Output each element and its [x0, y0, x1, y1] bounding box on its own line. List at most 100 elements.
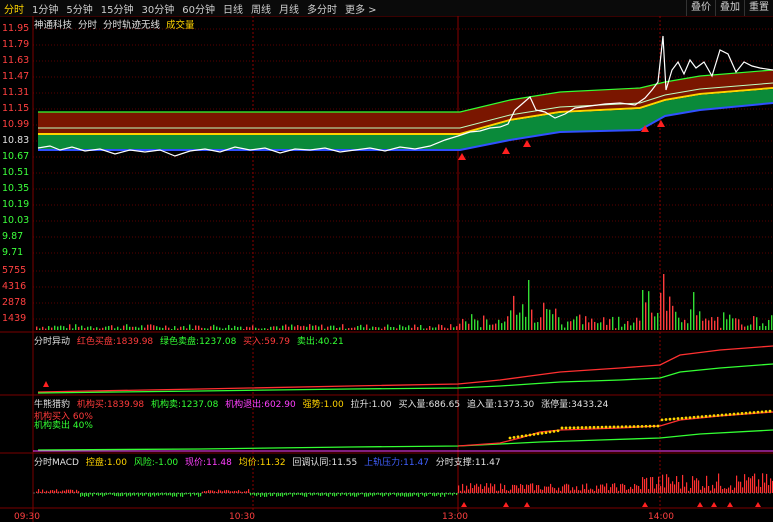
macd-bar: [742, 487, 744, 493]
volume-bar: [519, 312, 521, 330]
volume-bar: [726, 319, 728, 330]
macd-bar: [474, 485, 476, 493]
volume-bar: [636, 317, 638, 330]
panel2-dot: [640, 424, 644, 428]
macd-bar: [328, 493, 330, 497]
panel2-dot: [568, 426, 572, 430]
volume-bar: [438, 324, 440, 330]
macd-bar: [502, 489, 504, 493]
macd-bar: [614, 483, 616, 493]
macd-bar: [52, 490, 54, 493]
macd-bar: [464, 490, 466, 493]
volume-bar: [690, 309, 692, 330]
macd-bar: [122, 493, 124, 497]
panel2-trend-label: 强势:: [302, 400, 324, 410]
volume-bar: [660, 292, 662, 330]
volume-bar: [423, 328, 425, 330]
volume-bar: [300, 326, 302, 330]
macd-bar: [158, 493, 160, 496]
volume-bar: [522, 304, 524, 330]
volume-bar: [129, 326, 131, 330]
macd-bar: [460, 490, 462, 493]
panel3-price-label: 现价:: [185, 458, 207, 468]
panel2-dot: [524, 434, 528, 437]
panel2-dot: [540, 431, 544, 435]
panel2-dot: [708, 414, 712, 418]
volume-bar: [513, 295, 515, 330]
volume-bar: [315, 325, 317, 330]
macd-bar: [294, 493, 296, 495]
volume-bar: [78, 326, 80, 330]
macd-bar: [430, 493, 432, 495]
volume-bar: [156, 326, 158, 330]
macd-bar: [708, 485, 710, 493]
macd-bar: [242, 491, 244, 493]
macd-bar: [280, 493, 282, 497]
volume-bar: [432, 327, 434, 330]
volume-bar: [384, 326, 386, 330]
volume-bar: [708, 320, 710, 330]
volume-bar: [417, 327, 419, 330]
volume-bar: [162, 327, 164, 330]
price-tick-label: 10.51: [2, 167, 30, 178]
volume-bar: [693, 292, 695, 330]
macd-bar: [694, 480, 696, 493]
volume-bar: [411, 327, 413, 330]
macd-bar: [142, 493, 144, 497]
macd-bar: [578, 490, 580, 493]
volume-bar: [714, 320, 716, 330]
volume-bar: [54, 325, 56, 330]
volume-bar: [537, 322, 539, 330]
macd-bar: [704, 487, 706, 493]
macd-bar: [686, 482, 688, 493]
macd-bar: [396, 493, 398, 497]
volume-bar: [606, 324, 608, 330]
volume-bar: [75, 324, 77, 330]
macd-bar: [558, 487, 560, 493]
macd-bar: [90, 493, 92, 495]
volume-bar: [339, 327, 341, 330]
panel3-upper-label: 上轨压力:: [364, 458, 404, 468]
buy-signal-marker: [523, 140, 531, 147]
macd-bar: [340, 493, 342, 496]
volume-bar: [426, 328, 428, 330]
volume-bar: [588, 322, 590, 330]
macd-bar: [664, 487, 666, 493]
volume-bar: [429, 326, 431, 330]
panel2-inst-exit-value: 602.90: [264, 400, 296, 410]
volume-bar: [330, 325, 332, 330]
panel2-dot: [552, 430, 556, 433]
macd-bar: [310, 493, 312, 496]
macd-bar: [192, 493, 194, 495]
panel1-red-value: 1839.98: [115, 337, 154, 347]
volume-tick-label: 4316: [2, 281, 27, 292]
macd-bar: [72, 489, 74, 493]
volume-bar: [36, 326, 38, 330]
macd-bar: [128, 493, 130, 496]
macd-bar: [606, 483, 608, 493]
volume-bar: [216, 326, 218, 330]
panel1-red-label: 红色买盘:: [76, 337, 116, 347]
panel3-name: 分时MACD: [34, 458, 79, 468]
intraday-chart[interactable]: [0, 0, 773, 522]
macd-bar: [146, 493, 148, 495]
volume-bar: [198, 325, 200, 330]
volume-bar: [672, 305, 674, 330]
volume-bar: [255, 327, 257, 330]
volume-bar: [540, 317, 542, 330]
volume-bar: [195, 325, 197, 330]
volume-bar: [204, 328, 206, 330]
macd-bar: [448, 493, 450, 495]
volume-bar: [354, 327, 356, 330]
macd-bar: [444, 493, 446, 497]
volume-bar: [768, 319, 770, 330]
volume-bar: [348, 328, 350, 330]
macd-bar: [380, 493, 382, 496]
panel3-header: 分时MACD 控盘:1.00 风险:-1.00 现价:11.48 均价:11.3…: [34, 455, 505, 468]
macd-bar: [212, 490, 214, 493]
macd-bar: [238, 490, 240, 493]
volume-bar: [720, 327, 722, 330]
macd-bar: [156, 493, 158, 496]
macd-bar: [524, 488, 526, 493]
volume-bar: [378, 327, 380, 330]
